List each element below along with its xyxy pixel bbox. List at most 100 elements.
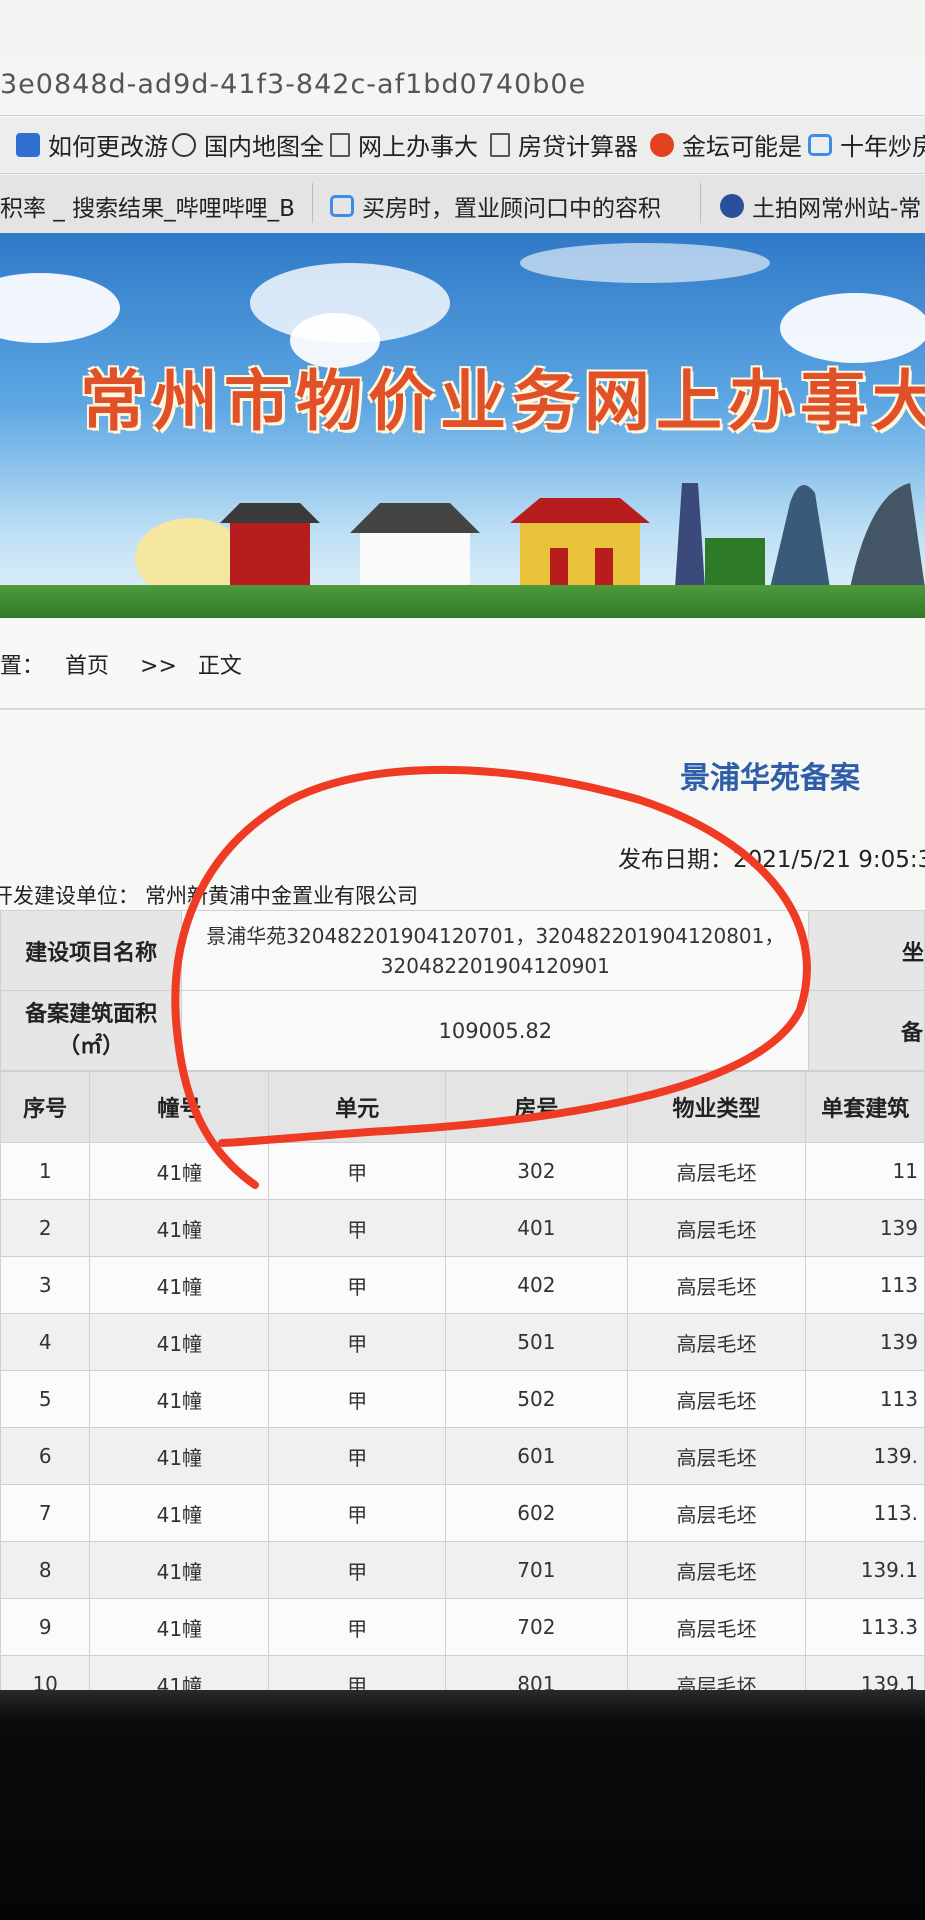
publish-label: 发布日期：	[618, 847, 733, 873]
units-cell: 高层毛坯	[626, 1598, 807, 1656]
publish-date-value: 2021/5/21 9:05:3	[733, 847, 925, 873]
bookmark-item[interactable]: 网上办事大	[330, 127, 478, 162]
units-cell: 11	[805, 1142, 925, 1200]
units-cell: 139	[805, 1199, 925, 1257]
units-cell: 8	[0, 1541, 91, 1599]
breadcrumb-separator: >>	[140, 654, 177, 679]
units-cell: 401	[445, 1199, 628, 1257]
landmarks-illustration	[135, 483, 925, 593]
monitor-bezel	[0, 1690, 925, 1920]
side-label: 坐	[808, 910, 925, 991]
units-cell: 6	[0, 1427, 91, 1485]
bookmark-item[interactable]: 如何更改游	[16, 127, 168, 162]
units-cell: 甲	[268, 1541, 447, 1599]
bookmark-label: 十年炒房	[840, 133, 925, 161]
tab-item[interactable]: 土拍网常州站-常	[720, 189, 921, 223]
units-cell: 113	[805, 1370, 925, 1428]
units-cell: 7	[0, 1484, 91, 1542]
units-header-cell: 幢号	[89, 1071, 270, 1143]
units-cell: 9	[0, 1598, 91, 1656]
units-cell: 甲	[268, 1313, 447, 1371]
units-cell: 302	[445, 1142, 628, 1200]
table-row: 2 41幢甲 401 高层毛坯 139	[0, 1199, 925, 1257]
tv-icon	[808, 133, 832, 156]
units-cell: 41幢	[89, 1199, 270, 1257]
units-cell: 41幢	[89, 1484, 270, 1542]
browser-screen: 3e0848d-ad9d-41f3-842c-af1bd0740b0e 如何更改…	[0, 0, 925, 1720]
units-cell: 601	[445, 1427, 628, 1485]
tab-item[interactable]: 买房时，置业顾问口中的容积	[330, 189, 661, 223]
area-label: 备案建筑面积 （㎡）	[0, 990, 183, 1071]
side-label: 备	[808, 990, 925, 1071]
address-bar[interactable]: 3e0848d-ad9d-41f3-842c-af1bd0740b0e	[0, 55, 925, 116]
units-cell: 501	[445, 1313, 628, 1371]
units-cell: 41幢	[89, 1541, 270, 1599]
units-cell: 113	[805, 1256, 925, 1314]
units-cell: 甲	[268, 1142, 447, 1200]
bookmark-item[interactable]: 金坛可能是	[650, 127, 802, 162]
units-cell: 113.	[805, 1484, 925, 1542]
tab-strip: 积率 _ 搜索结果_哔哩哔哩_B 买房时，置业顾问口中的容积 土拍网常州站-常	[0, 175, 925, 234]
units-cell: 41幢	[89, 1370, 270, 1428]
units-cell: 402	[445, 1256, 628, 1314]
units-cell: 3	[0, 1256, 91, 1314]
table-row: 1 41幢甲 302 高层毛坯 11	[0, 1142, 925, 1200]
units-cell: 139	[805, 1313, 925, 1371]
bookmark-label: 网上办事大	[358, 133, 478, 161]
page-content: 位置： 首页 >> 正文 景浦华苑备案 发布日期：2021/5/21 9:05:…	[0, 618, 925, 1720]
units-cell: 高层毛坯	[626, 1427, 807, 1485]
units-cell: 甲	[268, 1199, 447, 1257]
tab-item[interactable]: 积率 _ 搜索结果_哔哩哔哩_B	[0, 189, 295, 223]
breadcrumb-current: 正文	[197, 654, 242, 679]
units-cell: 41幢	[89, 1142, 270, 1200]
units-cell: 甲	[268, 1256, 447, 1314]
table-row: 3 41幢甲 402 高层毛坯 113	[0, 1256, 925, 1314]
units-cell: 4	[0, 1313, 91, 1371]
tab-label: 土拍网常州站-常	[752, 196, 922, 222]
breadcrumb-prefix: 位置：	[0, 654, 45, 679]
bookmarks-bar: 如何更改游 国内地图全 网上办事大 房贷计算器 金坛可能是 十年炒房	[0, 118, 925, 174]
units-cell: 甲	[268, 1598, 447, 1656]
bookmark-label: 国内地图全	[204, 133, 324, 161]
units-cell: 高层毛坯	[626, 1313, 807, 1371]
article-title: 景浦华苑备案	[680, 761, 860, 796]
project-info-table: 建设项目名称 景浦华苑320482201904120701，3204822019…	[0, 910, 925, 1071]
units-cell: 702	[445, 1598, 628, 1656]
bookmark-item[interactable]: 十年炒房	[808, 127, 925, 162]
breadcrumb: 位置： 首页 >> 正文	[0, 648, 256, 680]
bookmark-label: 金坛可能是	[682, 133, 802, 161]
units-cell: 高层毛坯	[626, 1199, 807, 1257]
units-cell: 41幢	[89, 1313, 270, 1371]
units-cell: 5	[0, 1370, 91, 1428]
developer-info: 开发建设单位： 常州新黄浦中金置业有限公司	[0, 880, 418, 910]
units-cell: 高层毛坯	[626, 1370, 807, 1428]
units-cell: 701	[445, 1541, 628, 1599]
bookmark-item[interactable]: 国内地图全	[172, 127, 324, 162]
units-header-cell: 物业类型	[626, 1071, 807, 1143]
swirl-logo-icon	[650, 132, 674, 157]
page-icon	[490, 132, 510, 157]
bookmark-label: 如何更改游	[48, 133, 168, 161]
tv-icon	[330, 195, 354, 217]
project-name-label: 建设项目名称	[0, 910, 183, 991]
breadcrumb-home-link[interactable]: 首页	[65, 654, 109, 679]
table-row: 9 41幢甲 702 高层毛坯 113.3	[0, 1598, 925, 1656]
units-header-cell: 单元	[268, 1071, 447, 1143]
units-cell: 甲	[268, 1484, 447, 1542]
table-row: 5 41幢甲 502 高层毛坯 113	[0, 1370, 925, 1428]
bookmark-label: 房贷计算器	[518, 133, 638, 161]
table-row: 7 41幢甲 602 高层毛坯 113.	[0, 1484, 925, 1542]
tab-label: 积率 _ 搜索结果_哔哩哔哩_B	[0, 196, 295, 222]
units-cell: 甲	[268, 1370, 447, 1428]
site-banner: 常州市物价业务网上办事大	[0, 233, 925, 618]
bookmark-item[interactable]: 房贷计算器	[490, 127, 638, 162]
publish-date: 发布日期：2021/5/21 9:05:3	[618, 840, 925, 874]
area-value: 109005.82	[181, 990, 810, 1071]
url-text[interactable]: 3e0848d-ad9d-41f3-842c-af1bd0740b0e	[0, 69, 586, 100]
units-cell: 41幢	[89, 1598, 270, 1656]
project-name-value: 景浦华苑320482201904120701，32048220190412080…	[181, 910, 810, 991]
units-header-cell: 序号	[0, 1071, 91, 1143]
units-cell: 602	[445, 1484, 628, 1542]
units-cell: 41幢	[89, 1256, 270, 1314]
bookmark-blue-icon	[16, 132, 40, 157]
